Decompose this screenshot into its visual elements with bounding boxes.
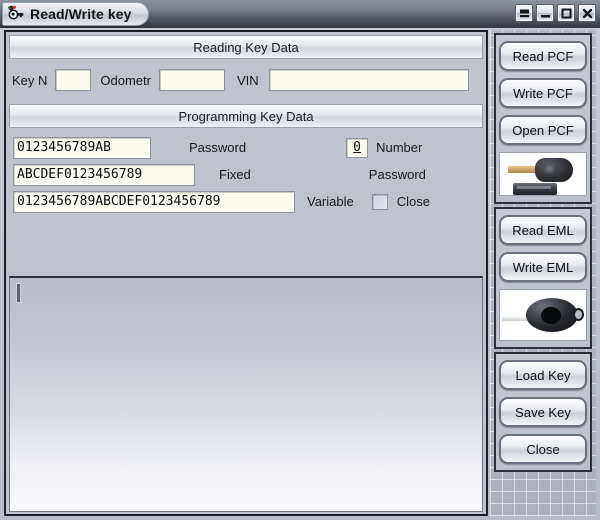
ring-body-icon bbox=[526, 298, 578, 332]
vin-input[interactable] bbox=[268, 69, 469, 91]
eml-group: Read EML Write EML bbox=[494, 207, 592, 349]
minimize-button[interactable] bbox=[536, 4, 554, 22]
transponder-ring-image bbox=[499, 289, 587, 341]
car-key-fob-image bbox=[499, 152, 587, 196]
log-output-area[interactable] bbox=[9, 276, 483, 512]
main-content-area: Reading Key Data Key N Odometr VIN Progr… bbox=[4, 30, 488, 516]
fixed-input[interactable]: ABCDEF0123456789 bbox=[13, 163, 195, 186]
ring-tab-icon bbox=[573, 308, 584, 321]
close-window-button[interactable]: Close bbox=[499, 434, 587, 464]
transponder-chip-icon bbox=[513, 183, 557, 195]
odometr-input[interactable] bbox=[158, 69, 225, 91]
key-n-label: Key N bbox=[12, 72, 48, 88]
fixed-label: Fixed bbox=[219, 167, 251, 182]
read-pcf-button[interactable]: Read PCF bbox=[499, 41, 587, 71]
password-close-label-line1: Password bbox=[368, 167, 426, 182]
text-caret bbox=[17, 284, 20, 302]
sidebar-panel: Read PCF Write PCF Open PCF Read EML Wri… bbox=[490, 30, 596, 516]
reading-key-data-title: Reading Key Data bbox=[193, 39, 299, 55]
fixed-row: ABCDEF0123456789 Fixed Password bbox=[6, 161, 486, 188]
variable-label: Variable bbox=[307, 194, 354, 209]
maximize-button[interactable] bbox=[557, 4, 575, 22]
key-n-input[interactable] bbox=[55, 69, 92, 91]
number-input[interactable]: 0 bbox=[346, 137, 369, 158]
title-bar[interactable]: Read/Write key bbox=[0, 0, 600, 28]
password-close-checkbox[interactable] bbox=[371, 193, 388, 210]
save-key-button[interactable]: Save Key bbox=[499, 397, 587, 427]
key-blade-icon bbox=[508, 166, 538, 173]
window-title: Read/Write key bbox=[30, 6, 132, 22]
password-label: Password bbox=[189, 140, 247, 155]
pcf-group: Read PCF Write PCF Open PCF bbox=[494, 33, 592, 204]
close-button[interactable] bbox=[578, 4, 596, 22]
reading-key-data-row: Key N Odometr VIN bbox=[6, 59, 486, 101]
key-head-icon bbox=[535, 158, 573, 182]
password-row: 0123456789AB Password 0 Number bbox=[6, 134, 486, 161]
load-key-button[interactable]: Load Key bbox=[499, 360, 587, 390]
programming-key-data-panel: 0123456789AB Password 0 Number ABCDEF012… bbox=[6, 128, 486, 219]
number-label: Number bbox=[376, 140, 423, 155]
key-app-icon bbox=[7, 5, 25, 23]
variable-row: 0123456789ABCDEF0123456789 Variable Clos… bbox=[6, 188, 486, 215]
variable-input[interactable]: 0123456789ABCDEF0123456789 bbox=[13, 190, 295, 213]
write-eml-button[interactable]: Write EML bbox=[499, 252, 587, 282]
read-eml-button[interactable]: Read EML bbox=[499, 215, 587, 245]
reading-key-data-header: Reading Key Data bbox=[9, 35, 483, 59]
read-write-key-window: Read/Write key Reading Key Data Key N Od… bbox=[0, 0, 600, 520]
programming-key-data-header: Programming Key Data bbox=[9, 104, 483, 128]
vin-label: VIN bbox=[236, 72, 259, 88]
odometr-label: Odometr bbox=[100, 72, 151, 88]
window-controls bbox=[515, 4, 596, 22]
password-input[interactable]: 0123456789AB bbox=[13, 136, 151, 159]
password-close-label-line2: Close bbox=[396, 194, 430, 209]
shade-button[interactable] bbox=[515, 4, 533, 22]
file-group: Load Key Save Key Close bbox=[494, 352, 592, 472]
open-pcf-button[interactable]: Open PCF bbox=[499, 115, 587, 145]
write-pcf-button[interactable]: Write PCF bbox=[499, 78, 587, 108]
title-pill: Read/Write key bbox=[2, 2, 149, 26]
programming-key-data-title: Programming Key Data bbox=[178, 108, 314, 124]
